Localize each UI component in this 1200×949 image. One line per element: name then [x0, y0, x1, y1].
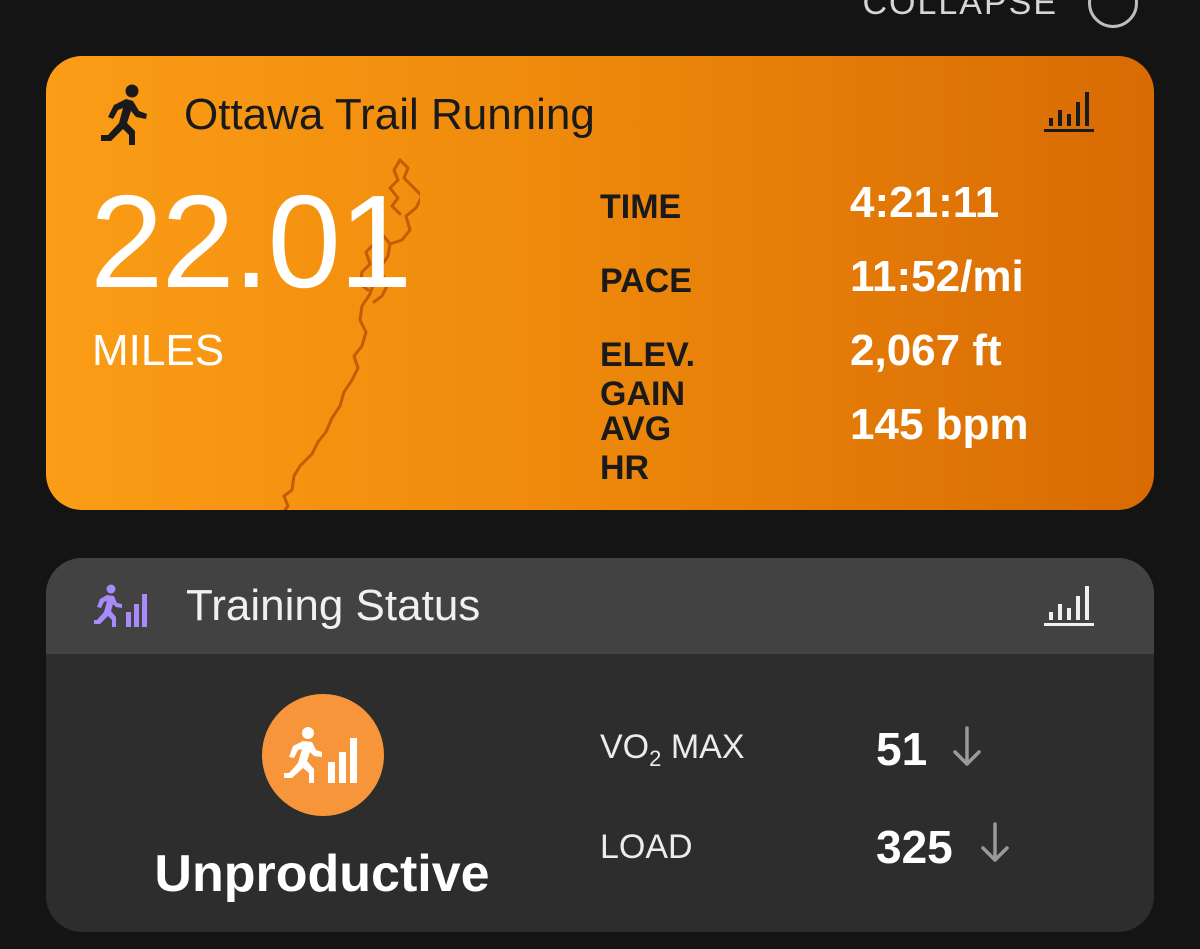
vo2-label-suffix: MAX: [661, 728, 745, 766]
arrow-down-icon: [953, 726, 981, 766]
stat-value: 11:52/mi: [850, 252, 1024, 301]
vo2-label-subscript: 2: [649, 745, 662, 771]
stat-label: PACE: [600, 262, 692, 300]
stat-label: TIME: [600, 188, 682, 226]
stat-value: 2,067 ft: [850, 326, 1002, 375]
training-status-header: Training Status: [46, 558, 1154, 654]
vo2-label-prefix: VO: [600, 728, 650, 766]
training-status-icon: [94, 584, 147, 627]
load-label: LOAD: [600, 828, 693, 866]
activity-card[interactable]: Ottawa Trail Running 22.01 MILES TIME 4:…: [46, 56, 1154, 510]
load-value: 325: [876, 821, 953, 873]
activity-title: Ottawa Trail Running: [184, 90, 595, 139]
collapse-circle-icon: [1088, 0, 1138, 28]
activity-card-header: Ottawa Trail Running: [96, 80, 1094, 150]
arrow-down-icon: [981, 822, 1009, 862]
stat-label: AVG HR: [600, 410, 672, 487]
bar-chart-icon[interactable]: [1044, 88, 1094, 134]
stat-value: 4:21:11: [850, 178, 1000, 227]
training-status-badge: [262, 694, 384, 816]
collapse-toggle[interactable]: COLLAPSE: [862, 0, 1138, 28]
vo2-max-value: 51: [876, 723, 928, 775]
bar-chart-icon[interactable]: [1044, 582, 1094, 628]
vo2-max-label: VO2 MAX: [600, 728, 745, 772]
training-status-card[interactable]: Training Status Unproductive VO2 MAX 51 …: [46, 558, 1154, 932]
distance-unit: MILES: [92, 326, 225, 375]
stat-label: ELEV. GAIN: [600, 336, 696, 413]
training-status-badge-icon: [284, 727, 357, 783]
stat-value: 145 bpm: [850, 400, 1029, 449]
distance-value: 22.01: [90, 168, 412, 315]
training-status-title: Training Status: [186, 581, 481, 630]
collapse-label: COLLAPSE: [862, 0, 1058, 22]
training-status-value: Unproductive: [154, 845, 490, 903]
runner-icon: [101, 84, 147, 145]
